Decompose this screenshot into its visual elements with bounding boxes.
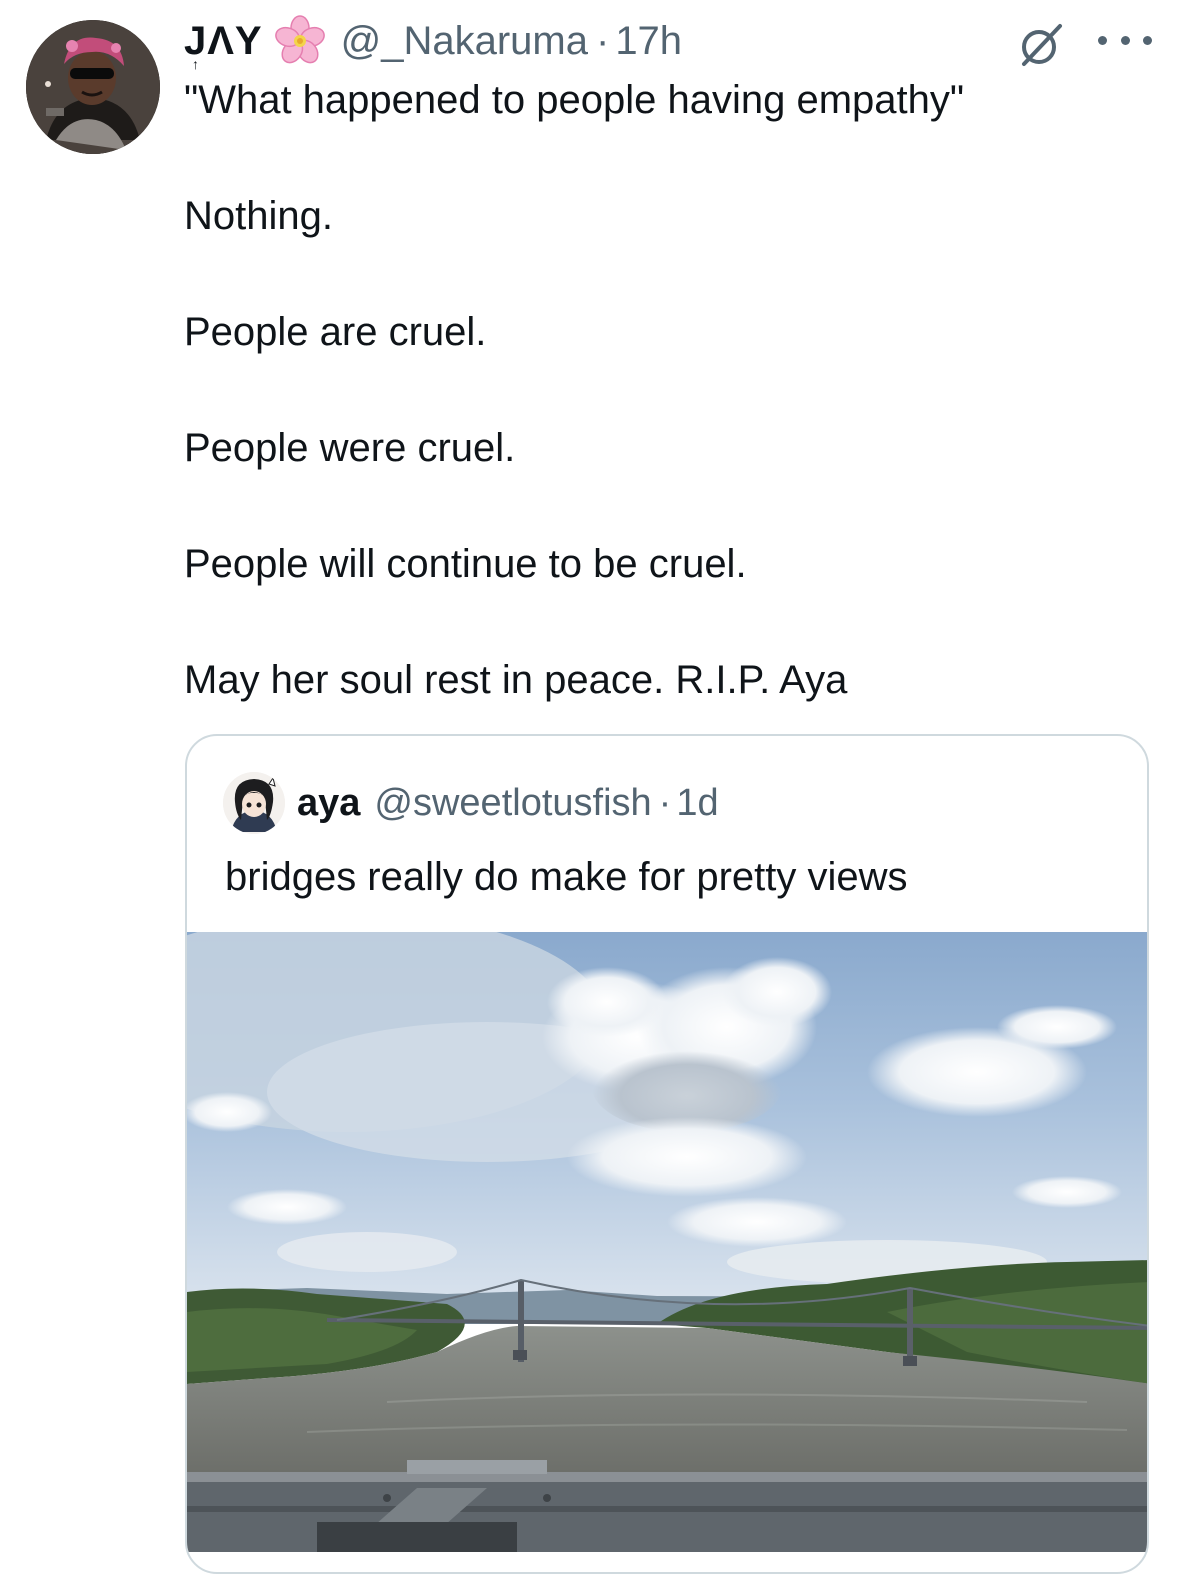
tweet-text-line: Nothing. [184,194,333,238]
quoted-tweet-text: bridges really do make for pretty views [225,855,908,899]
header-separator: · [595,18,610,63]
quoted-author-handle[interactable]: @sweetlotusfish [374,782,651,825]
quoted-tweet-timestamp[interactable]: 1d [676,782,718,825]
tweet-header: JΛY ↑ @_Nakaruma · 17h [184,14,682,71]
name-accent-mark: ↑ [192,55,200,72]
quoted-tweet-header: aya @sweetlotusfish · 1d [297,778,719,828]
tweet-text-line: May her soul rest in peace. R.I.P. Aya [184,658,848,702]
quoted-tweet-card[interactable]: aya @sweetlotusfish · 1d bridges really … [185,734,1149,1574]
author-avatar-image [26,20,160,154]
author-display-name[interactable]: JΛY ↑ [184,19,263,71]
more-options-icon[interactable] [1098,28,1152,52]
grok-icon[interactable] [1014,18,1068,72]
quoted-author-avatar[interactable] [223,772,285,834]
quoted-header-separator: · [658,781,672,824]
quoted-author-display-name[interactable]: aya [297,782,360,825]
tweet-timestamp[interactable]: 17h [615,19,682,64]
bridge-river-landscape-photo[interactable] [187,932,1147,1552]
tweet-text-line: People were cruel. [184,426,516,470]
cherry-blossom-icon [273,14,327,68]
author-avatar[interactable] [26,20,160,154]
tweet-text-line: People are cruel. [184,310,487,354]
tweet-text-line: "What happened to people having empathy" [184,78,965,122]
tweet-text-line: People will continue to be cruel. [184,542,747,586]
author-handle[interactable]: @_Nakaruma [341,19,588,64]
